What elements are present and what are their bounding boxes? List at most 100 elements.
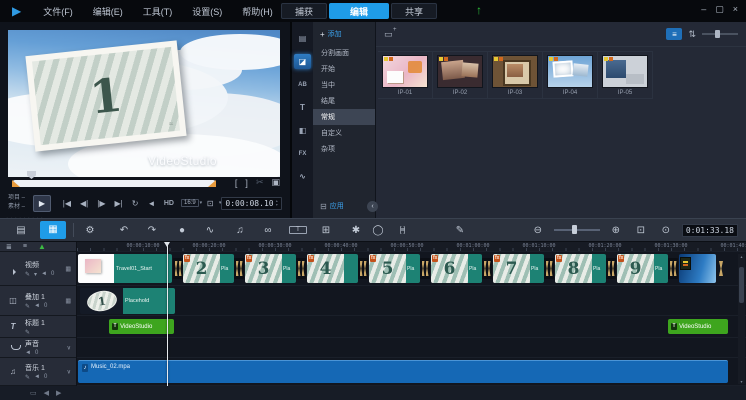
add-category-button[interactable]: + 添加: [313, 27, 375, 45]
subtitle-editor-button[interactable]: T: [289, 226, 307, 234]
voice-track-content[interactable]: [77, 338, 746, 358]
auto-music-button[interactable]: ♫: [231, 225, 249, 236]
add-folder-icon[interactable]: ▭+: [384, 29, 393, 40]
motion-path-library-icon[interactable]: ∿: [294, 169, 311, 184]
zoom-out-button[interactable]: ⊖: [529, 225, 547, 236]
next-frame-button[interactable]: |▶: [97, 199, 105, 208]
mode-project-label[interactable]: 项目 –: [8, 195, 33, 202]
video-clip-placeholder[interactable]: fx 7 Pla: [493, 254, 544, 283]
enlarge-button[interactable]: ⊡: [207, 199, 214, 208]
template-item[interactable]: IP-04: [543, 52, 598, 98]
transition-icon[interactable]: [544, 258, 554, 279]
slider-thumb[interactable]: [572, 225, 577, 234]
video-clip-placeholder[interactable]: fx 3 Pla: [245, 254, 296, 283]
seek-thumb[interactable]: [27, 171, 36, 179]
scroll-up-icon[interactable]: ▴: [740, 254, 742, 259]
filter-library-icon[interactable]: FX: [294, 146, 311, 161]
customize-toolbar-button[interactable]: ◯: [369, 225, 387, 236]
instant-project-icon[interactable]: ◪: [294, 54, 311, 69]
fit-project-button[interactable]: ⊡: [632, 225, 650, 236]
video-clip-placeholder[interactable]: fx 8 Pla: [555, 254, 606, 283]
video-clip-placeholder[interactable]: fx 2 Pla: [183, 254, 234, 283]
overlay-track-content[interactable]: 1 Placehold: [77, 286, 746, 316]
template-item[interactable]: IP-05: [598, 52, 653, 98]
redo-button[interactable]: ↷: [143, 225, 161, 236]
voice-track-header[interactable]: 声音 ◄ 0 ∨: [0, 338, 76, 358]
ripple-edit-icon[interactable]: ✎: [25, 329, 30, 336]
ripple-edit-icon[interactable]: ✎: [25, 303, 30, 310]
storyboard-view-button[interactable]: ▤: [12, 225, 30, 236]
template-thumbnail[interactable]: [547, 55, 593, 88]
transition-icon[interactable]: [296, 258, 306, 279]
video-track-content[interactable]: Travel01_Start fx 2 Pla fx 3 Pla fx: [77, 252, 746, 286]
volume-icon[interactable]: ◄: [147, 199, 155, 208]
go-end-button[interactable]: ▶|: [115, 199, 123, 208]
ripple-edit-icon[interactable]: ✎: [25, 374, 30, 381]
split-screen-template-button[interactable]: ⊞: [317, 225, 335, 236]
track-transparency-icon[interactable]: ▦: [65, 265, 71, 272]
video-track-header[interactable]: 视频 ✎ ▾ ◄ 0 ▦: [0, 252, 76, 286]
menu-settings[interactable]: 设置(S): [192, 5, 222, 18]
go-start-button[interactable]: |◀: [63, 199, 71, 208]
apply-button[interactable]: ⊟ 应用: [320, 201, 344, 211]
track-transparency-icon[interactable]: ▦: [65, 297, 71, 304]
overlay-track-header[interactable]: ◫ 叠加 1 ✎ ◄ 0 ▦: [0, 286, 76, 316]
mark-in-button[interactable]: [: [235, 178, 238, 188]
music-track-header[interactable]: ♫ 音乐 1 ✎ ◄ 0 ∨: [0, 358, 76, 386]
volume-icon[interactable]: ◄: [34, 303, 40, 309]
template-thumbnail[interactable]: [492, 55, 538, 88]
preview-timecode[interactable]: 0:00:08.10 ▴▾: [221, 197, 282, 210]
list-view-toggle[interactable]: ≡: [666, 28, 682, 40]
overlay-clip[interactable]: 1 Placehold: [80, 288, 175, 314]
title-clip[interactable]: T VideoStudio: [109, 319, 174, 334]
slider-thumb[interactable]: [715, 30, 720, 38]
category-item[interactable]: 分割画面: [313, 45, 375, 61]
timeline-ruler[interactable]: 00:00:10:00 00:00:20:00 00:00:30:00 00:0…: [77, 242, 746, 252]
repeat-button[interactable]: ↻: [132, 199, 139, 208]
template-item[interactable]: IP-03: [488, 52, 543, 98]
minimize-button[interactable]: –: [701, 4, 706, 15]
music-track-content[interactable]: ♪ Music_02.mpa: [77, 358, 746, 386]
mode-clip-label[interactable]: 素材 –: [8, 204, 33, 211]
hd-toggle[interactable]: HD: [164, 200, 174, 207]
category-item[interactable]: 当中: [313, 77, 375, 93]
menu-tools[interactable]: 工具(T): [143, 5, 173, 18]
transition-icon[interactable]: [358, 258, 368, 279]
mask-creator-button[interactable]: ✎: [451, 225, 469, 236]
tab-edit[interactable]: 编辑: [329, 3, 389, 19]
timeline-zoom-slider[interactable]: [554, 229, 600, 231]
project-duration-timecode[interactable]: 0:01:33.18: [682, 224, 738, 237]
scroll-down-icon[interactable]: ▾: [740, 379, 742, 384]
title-library-icon[interactable]: T: [294, 100, 311, 115]
volume-icon[interactable]: ◄: [25, 350, 31, 356]
prev-frame-button[interactable]: ◀|: [80, 199, 88, 208]
transition-library-icon[interactable]: AB: [294, 77, 311, 92]
title-track-content[interactable]: T VideoStudio T VideoStudio: [77, 316, 746, 338]
restore-button[interactable]: ▢: [715, 4, 724, 15]
export-arrow-icon[interactable]: ↑: [476, 3, 482, 17]
undo-button[interactable]: ↶: [115, 225, 133, 236]
thumbnail-size-slider[interactable]: [702, 33, 738, 35]
preview-viewport[interactable]: 1 ≈ VideoStudio: [8, 30, 280, 177]
track-manager-icon[interactable]: ≣: [6, 243, 12, 251]
ripple-edit-icon[interactable]: ✎: [25, 271, 30, 278]
video-clip-placeholder[interactable]: fx 5 Pla: [369, 254, 420, 283]
transition-icon[interactable]: [717, 258, 725, 279]
media-library-icon[interactable]: ▤: [294, 31, 311, 46]
track-height-icon[interactable]: ▭: [30, 389, 37, 397]
aspect-caret-icon[interactable]: ▾: [200, 200, 203, 206]
timecode-spinner[interactable]: ▴▾: [276, 199, 278, 207]
region-render-button[interactable]: [≡]: [393, 227, 411, 234]
chevron-down-icon[interactable]: ∨: [67, 344, 71, 351]
menu-file[interactable]: 文件(F): [43, 5, 73, 18]
video-clip-placeholder[interactable]: fx 6 Pla: [431, 254, 482, 283]
template-item[interactable]: IP-02: [433, 52, 488, 98]
scroll-right-icon[interactable]: ▶: [56, 389, 61, 397]
tools-icon[interactable]: ⚙: [81, 225, 99, 236]
caret-icon[interactable]: ▾: [34, 271, 37, 278]
timeline-view-button[interactable]: ▦: [40, 221, 66, 239]
scrollbar-thumb[interactable]: [739, 267, 744, 303]
timeline-scrollbar[interactable]: ▴ ▾: [738, 254, 745, 384]
category-item[interactable]: 杂项: [313, 141, 375, 157]
sort-icon[interactable]: ⇅: [688, 29, 696, 40]
